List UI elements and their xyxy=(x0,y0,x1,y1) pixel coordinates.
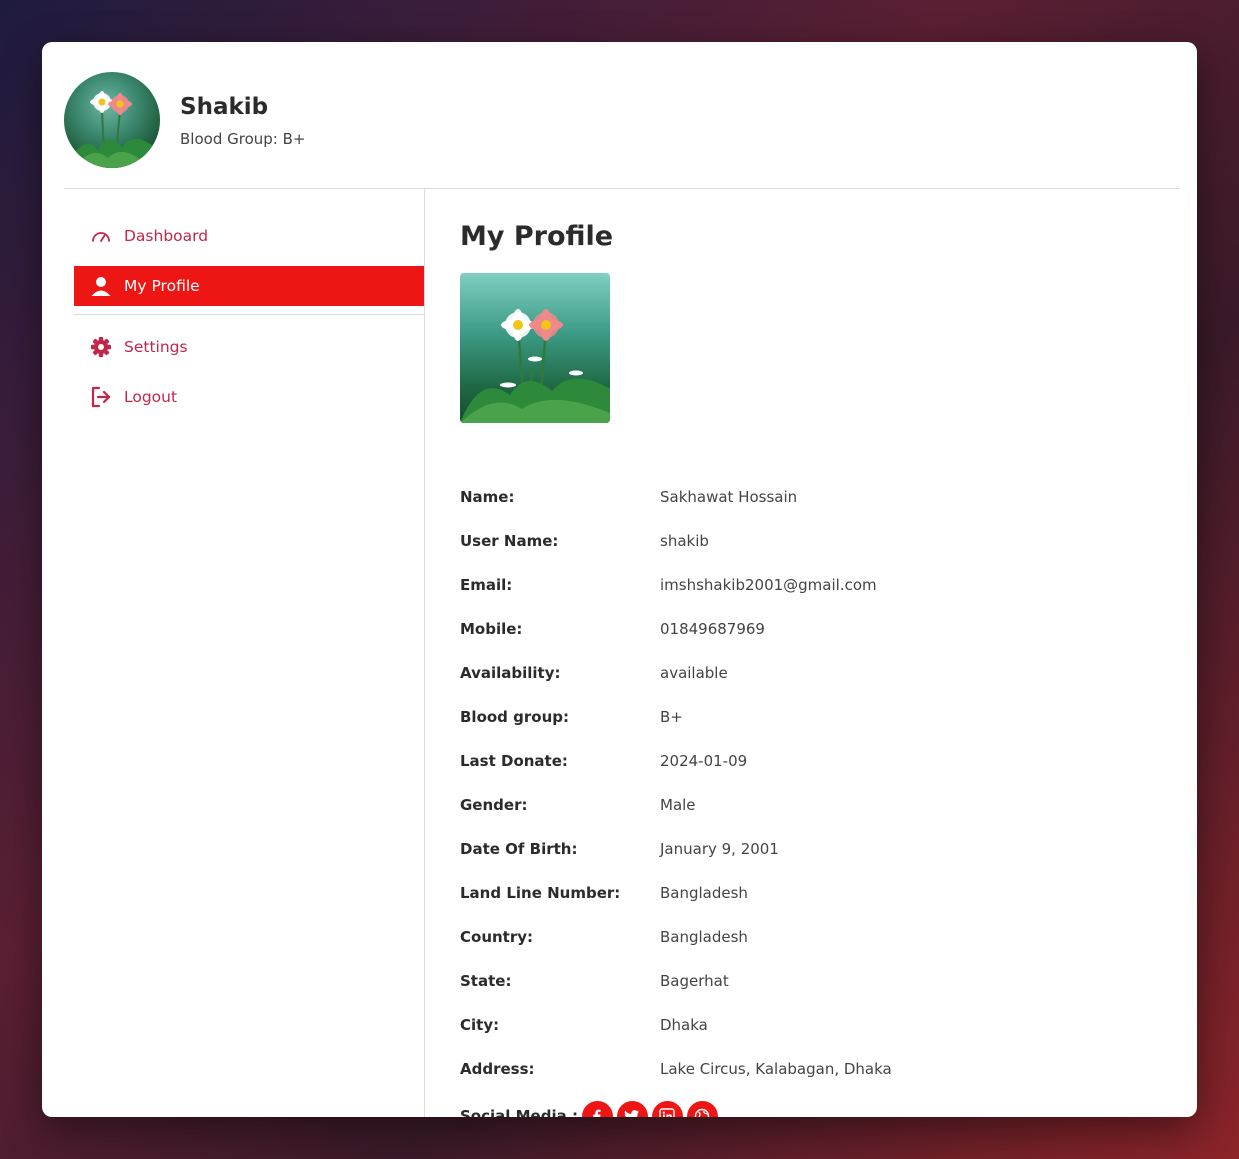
social-media-row: Social Media : xyxy=(460,1100,722,1117)
field-value: shakib xyxy=(660,532,709,550)
field-label: Last Donate: xyxy=(460,752,568,770)
sidebar-item-label: My Profile xyxy=(124,277,200,295)
field-label: Date Of Birth: xyxy=(460,840,578,858)
field-value: Sakhawat Hossain xyxy=(660,488,798,506)
field-label: Land Line Number: xyxy=(460,884,621,902)
sidebar-item-logout[interactable]: Logout xyxy=(74,377,424,417)
field-label: Availability: xyxy=(460,664,561,682)
sidebar-item-label: Dashboard xyxy=(124,227,209,245)
field-value: January 9, 2001 xyxy=(660,840,779,858)
field-value: imshshakib2001@gmail.com xyxy=(660,576,877,594)
flower-avatar-image xyxy=(64,91,160,168)
header-user-name: Shakib xyxy=(180,94,269,120)
page-title: My Profile xyxy=(460,221,614,252)
field-label: Blood group: xyxy=(460,708,569,726)
gauge-icon xyxy=(90,225,112,247)
field-value: available xyxy=(660,664,728,682)
facebook-button[interactable] xyxy=(581,1100,613,1117)
field-value: Dhaka xyxy=(660,1016,708,1034)
website-button[interactable] xyxy=(686,1100,718,1117)
profile-card: Shakib Blood Group: B+ Dashboard My Prof… xyxy=(42,42,1197,1117)
field-value: Lake Circus, Kalabagan, Dhaka xyxy=(660,1060,892,1078)
sidebar: Dashboard My Profile Settings Logout xyxy=(42,189,425,1117)
twitter-button[interactable] xyxy=(616,1100,648,1117)
profile-photo xyxy=(460,273,610,423)
flower-photo-image xyxy=(460,309,610,423)
field-value: B+ xyxy=(660,708,683,726)
field-value: 2024-01-09 xyxy=(660,752,748,770)
field-label: State: xyxy=(460,972,512,990)
sidebar-divider xyxy=(74,314,424,315)
facebook-icon xyxy=(593,1109,602,1117)
field-label: Gender: xyxy=(460,796,528,814)
sidebar-item-label: Settings xyxy=(124,338,188,356)
field-value: Bangladesh xyxy=(660,884,748,902)
field-value: Bagerhat xyxy=(660,972,729,990)
globe-icon xyxy=(695,1108,710,1117)
twitter-icon xyxy=(625,1110,640,1117)
field-value: Male xyxy=(660,796,696,814)
linkedin-button[interactable] xyxy=(651,1100,683,1117)
avatar xyxy=(64,72,160,168)
linkedin-icon xyxy=(659,1108,676,1117)
header-blood-group: Blood Group: B+ xyxy=(180,130,306,148)
field-label: Country: xyxy=(460,928,534,946)
field-value: 01849687969 xyxy=(660,620,765,638)
field-label: Mobile: xyxy=(460,620,523,638)
field-value: Bangladesh xyxy=(660,928,748,946)
profile-content: My Profile Name: Sakhawat Hossain User N… xyxy=(460,189,1180,1117)
sidebar-item-label: Logout xyxy=(124,388,178,406)
field-label: Name: xyxy=(460,488,515,506)
sidebar-item-my-profile[interactable]: My Profile xyxy=(74,266,424,306)
field-label: User Name: xyxy=(460,532,559,550)
field-label: City: xyxy=(460,1016,500,1034)
sidebar-item-settings[interactable]: Settings xyxy=(74,327,424,367)
user-icon xyxy=(90,275,112,297)
field-label: Email: xyxy=(460,576,513,594)
sidebar-item-dashboard[interactable]: Dashboard xyxy=(74,216,424,256)
profile-header: Shakib Blood Group: B+ xyxy=(64,42,1180,189)
logout-icon xyxy=(90,386,112,408)
gear-icon xyxy=(90,336,112,358)
field-label: Address: xyxy=(460,1060,535,1078)
social-media-label: Social Media : xyxy=(460,1107,578,1117)
